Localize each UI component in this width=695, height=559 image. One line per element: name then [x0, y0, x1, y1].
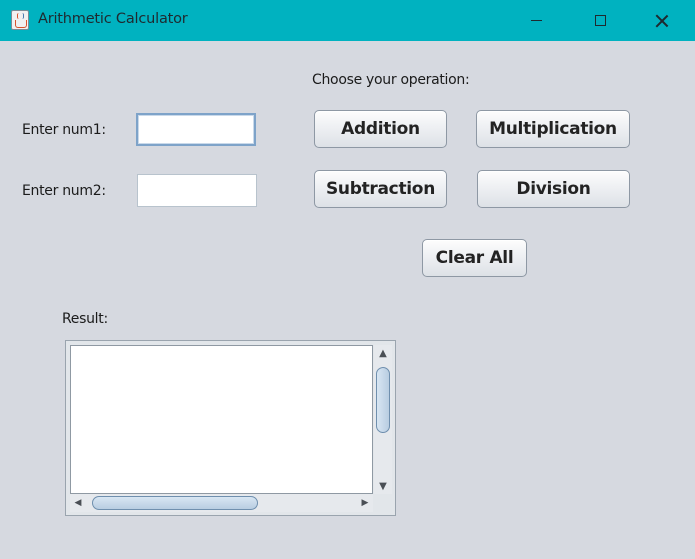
operation-prompt: Choose your operation: — [312, 72, 470, 88]
maximize-icon — [594, 15, 606, 26]
num1-field-frame[interactable] — [136, 113, 256, 146]
vertical-scrollbar[interactable]: ▲ ▼ — [374, 345, 392, 494]
scroll-left-icon[interactable]: ◀ — [70, 494, 86, 512]
result-text-area[interactable] — [70, 345, 373, 494]
minimize-icon — [530, 19, 542, 22]
num1-input[interactable] — [138, 115, 254, 144]
scroll-down-icon[interactable]: ▼ — [374, 478, 392, 494]
title-bar[interactable]: Arithmetic Calculator — [0, 0, 695, 41]
vertical-scroll-thumb[interactable] — [376, 367, 390, 433]
scroll-corner — [374, 494, 392, 512]
num2-field-frame[interactable] — [137, 174, 257, 207]
scroll-right-icon[interactable]: ▶ — [357, 494, 373, 512]
multiplication-button[interactable]: Multiplication — [476, 110, 630, 148]
java-cup-icon — [11, 10, 29, 30]
addition-button[interactable]: Addition — [314, 110, 447, 148]
horizontal-scrollbar[interactable]: ◀ ▶ — [70, 494, 373, 512]
window-title: Arithmetic Calculator — [38, 11, 188, 27]
result-label: Result: — [62, 311, 108, 327]
horizontal-scroll-thumb[interactable] — [92, 496, 258, 510]
clear-all-button[interactable]: Clear All — [422, 239, 527, 277]
division-button[interactable]: Division — [477, 170, 630, 208]
scroll-up-icon[interactable]: ▲ — [374, 345, 392, 361]
subtraction-button[interactable]: Subtraction — [314, 170, 447, 208]
num2-label: Enter num2: — [22, 183, 106, 199]
minimize-button[interactable] — [513, 0, 559, 41]
close-button[interactable] — [639, 0, 685, 41]
close-icon — [655, 14, 669, 28]
result-scroll-pane: ▲ ▼ ◀ ▶ — [65, 340, 396, 516]
num2-input[interactable] — [138, 175, 256, 206]
maximize-button[interactable] — [577, 0, 623, 41]
num1-label: Enter num1: — [22, 122, 106, 138]
